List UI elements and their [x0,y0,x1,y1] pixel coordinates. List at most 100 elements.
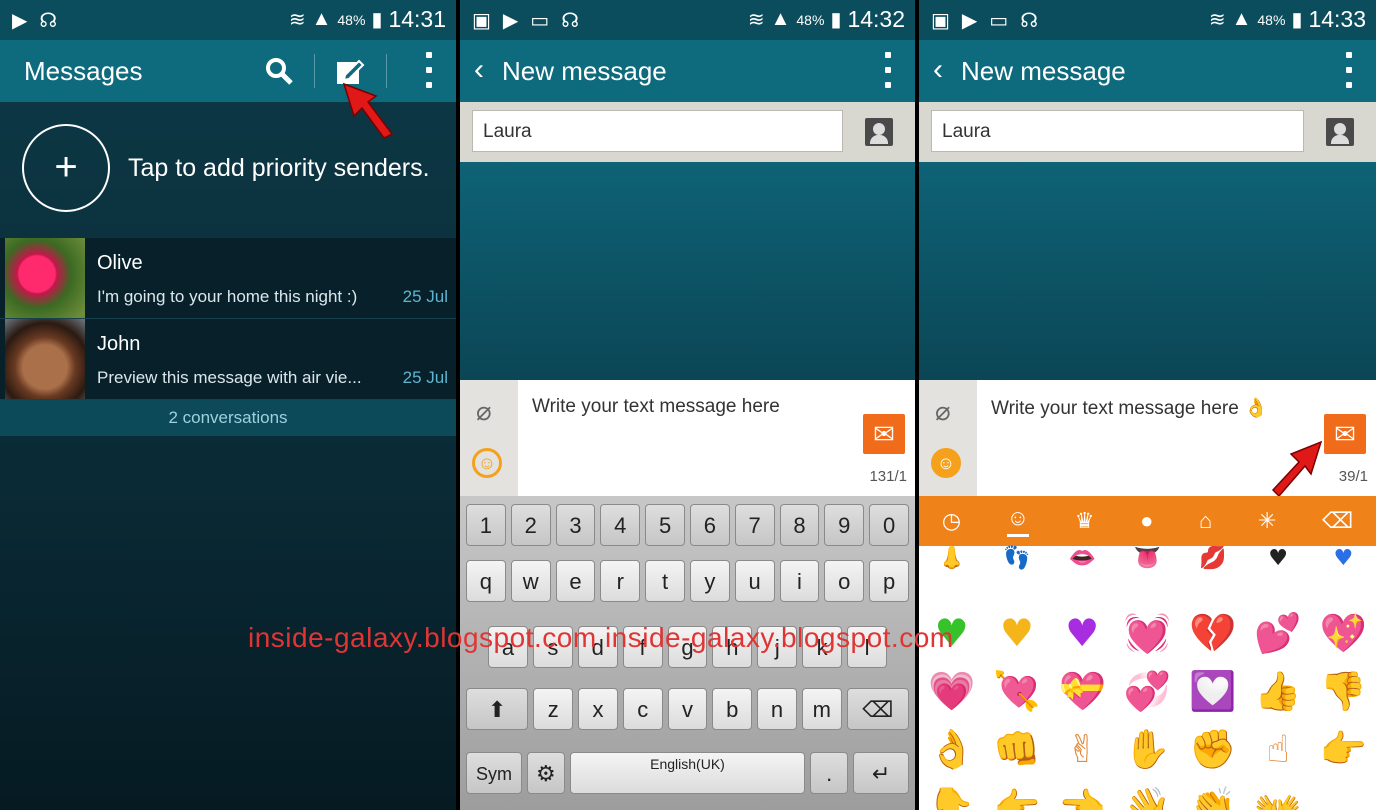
emoji[interactable]: 💘 [993,669,1040,714]
emoji[interactable]: 💋 [1199,546,1226,571]
emoji[interactable]: 👃 [938,546,965,571]
key[interactable]: b [712,688,753,730]
contact-picker-icon[interactable] [865,118,893,146]
attach-icon[interactable]: ⌀ [476,396,492,427]
key[interactable]: i [779,560,820,602]
dog-icon[interactable]: ● [1140,508,1153,534]
asterisk-icon[interactable]: ✳ [1258,508,1276,534]
key[interactable]: 1 [466,504,506,546]
emoji[interactable]: 💖 [1320,611,1367,656]
key[interactable]: q [466,560,506,602]
emoji[interactable]: 👅 [1134,546,1161,571]
emoji-icon[interactable]: ☺ [472,448,502,478]
space-key[interactable]: English(UK) [569,752,806,794]
emoji[interactable]: ✊ [1189,727,1236,772]
smiley-category-icon[interactable]: ☺ [1006,505,1030,537]
backspace-key[interactable]: ⌫ [846,688,910,730]
play-icon: ▶ [502,10,519,32]
key[interactable]: c [622,688,663,730]
emoji[interactable]: 👎 [1320,669,1367,714]
backspace-icon[interactable]: ⌫ [1322,508,1353,534]
emoji[interactable]: 👍 [1254,669,1301,714]
emoji[interactable]: 👉 [993,785,1040,810]
key[interactable]: p [869,560,909,602]
period-key[interactable]: . [810,752,849,794]
shift-key[interactable]: ⬆ [466,688,529,730]
key[interactable]: t [645,560,685,602]
emoji[interactable]: ♥ [1268,546,1288,571]
settings-key[interactable]: ⚙ [526,752,565,794]
sym-key[interactable]: Sym [466,752,522,794]
key[interactable]: 3 [555,504,596,546]
key[interactable]: y [689,560,730,602]
conversation-count: 2 conversations [0,400,456,436]
key[interactable]: w [510,560,551,602]
back-icon[interactable]: ‹ [933,53,943,87]
key[interactable]: 8 [779,504,820,546]
key[interactable]: 7 [734,504,775,546]
conversation-row-olive[interactable]: Olive I'm going to your home this night … [0,238,456,319]
key[interactable]: e [555,560,596,602]
key[interactable]: n [757,688,797,730]
emoji[interactable]: ♥ [1065,611,1099,655]
emoji[interactable]: 👉 [1320,727,1367,772]
key[interactable]: x [578,688,618,730]
key[interactable]: 0 [869,504,909,546]
emoji[interactable]: 👈 [1059,785,1106,810]
key[interactable]: 4 [600,504,641,546]
key[interactable]: o [824,560,865,602]
key[interactable]: m [801,688,842,730]
message-input[interactable]: Write your text message here 👌 [991,396,1268,420]
conversation-date: 25 Jul [402,287,448,306]
overflow-menu-icon[interactable] [424,52,434,88]
emoji[interactable]: 👇 [928,785,975,810]
add-priority-button[interactable]: + [22,124,110,212]
key[interactable]: v [667,688,708,730]
emoji[interactable]: 👋 [1124,785,1171,810]
key[interactable]: 2 [510,504,551,546]
message-input[interactable]: Write your text message here [532,396,780,418]
emoji[interactable]: ✌ [1066,727,1098,771]
send-button[interactable]: ✉ [1324,414,1366,454]
key[interactable]: r [600,560,641,602]
emoji[interactable]: 👏 [1189,785,1236,810]
key[interactable]: 9 [824,504,865,546]
emoji[interactable]: ✋ [1124,727,1171,772]
key[interactable]: u [734,560,775,602]
recipient-field[interactable]: Laura [931,110,1304,152]
emoji[interactable]: 💔 [1189,611,1236,656]
emoji[interactable]: ☝ [1266,727,1289,771]
emoji[interactable]: ♥ [1333,546,1353,571]
emoji[interactable]: 👊 [993,727,1040,772]
key[interactable]: 6 [689,504,730,546]
new-message-screen: ▣ ▶ ▭ ☊ ≋ ▲ 48% ▮ 14:32 ‹ New message Laura… [460,0,915,810]
emoji[interactable]: 👣 [1003,546,1030,571]
overflow-menu-icon[interactable] [883,52,893,88]
emoji[interactable]: 💞 [1124,669,1171,714]
priority-senders[interactable]: + Tap to add priority senders. [0,102,456,238]
attach-icon[interactable]: ⌀ [935,396,951,427]
back-icon[interactable]: ‹ [474,53,484,87]
overflow-menu-icon[interactable] [1344,52,1354,88]
recipient-field[interactable]: Laura [472,110,843,152]
key[interactable]: 5 [645,504,685,546]
emoji[interactable]: 💓 [1124,611,1171,656]
emoji[interactable]: 👄 [1069,546,1096,571]
conversation-row-john[interactable]: John Preview this message with air vie..… [0,319,456,400]
key[interactable]: z [533,688,574,730]
emoji[interactable]: 👌 [928,727,975,772]
crown-icon[interactable]: ♛ [1075,508,1095,534]
home-icon[interactable]: ⌂ [1199,508,1212,534]
emoji[interactable]: 👐 [1254,785,1301,810]
search-icon[interactable] [264,56,294,86]
emoji[interactable]: 💗 [928,669,975,714]
send-button[interactable]: ✉ [863,414,905,454]
emoji-icon[interactable]: ☺ [931,448,961,478]
emoji[interactable]: 💝 [1059,669,1106,714]
contact-picker-icon[interactable] [1326,118,1354,146]
emoji[interactable]: 💕 [1254,611,1301,656]
enter-key[interactable]: ↵ [853,752,909,794]
emoji[interactable]: ♥ [1000,611,1034,655]
emoji[interactable]: 💟 [1189,669,1236,714]
recent-icon[interactable]: ◷ [942,508,961,534]
